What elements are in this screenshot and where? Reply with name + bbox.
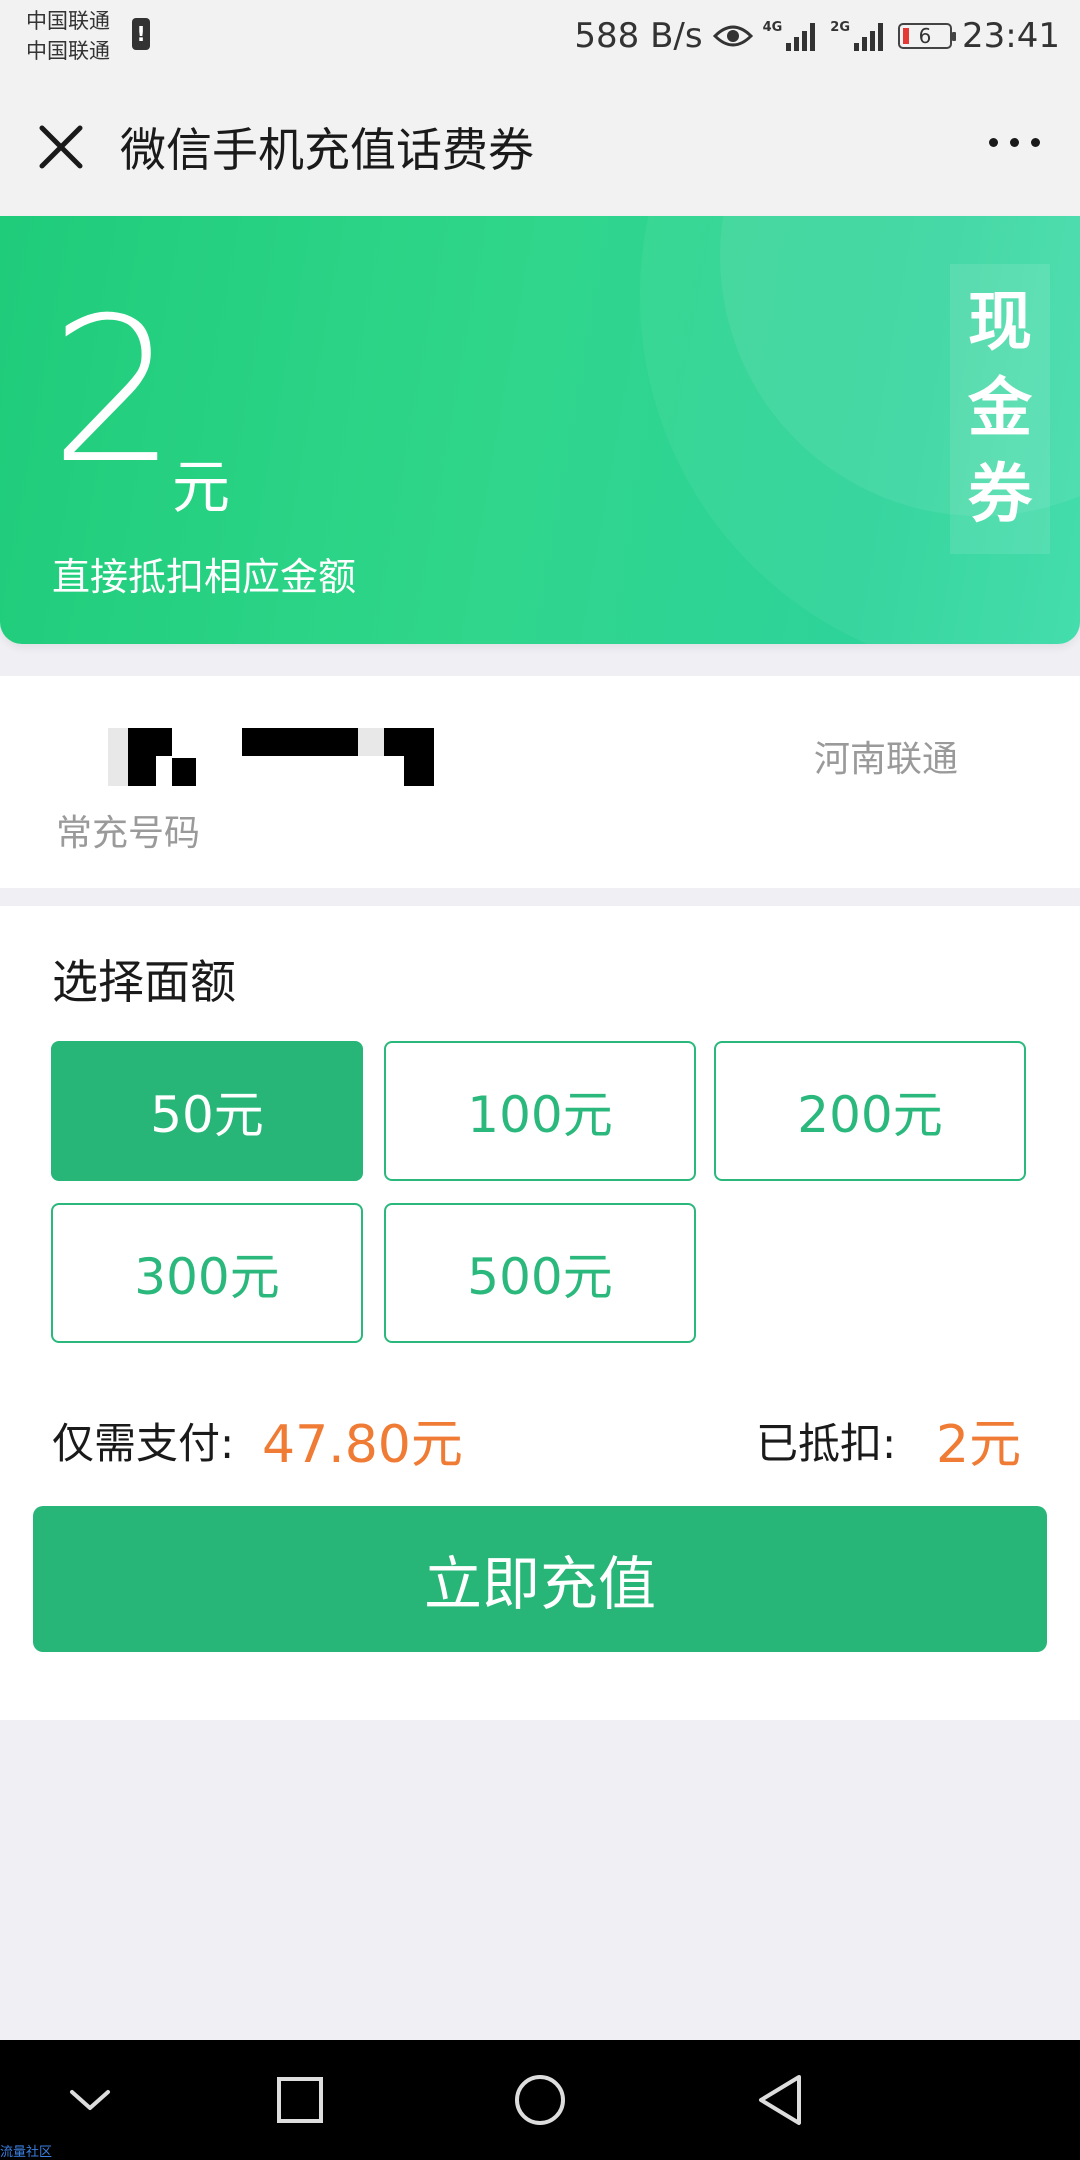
- clock: 23:41: [962, 16, 1060, 56]
- net-speed: 588 B/s: [574, 16, 703, 56]
- chevron-down-icon[interactable]: [50, 2062, 130, 2138]
- back-icon[interactable]: [740, 2062, 820, 2138]
- signal-icon-2: [854, 21, 888, 51]
- coupon-unit: 元: [172, 453, 231, 521]
- denomination-option-200[interactable]: 200元: [714, 1041, 1026, 1181]
- denomination-option-50[interactable]: 50元: [51, 1041, 363, 1181]
- denomination-section: 选择面额 50元 100元 200元 300元 500元 仅需支付: 47.80…: [0, 906, 1080, 1720]
- denomination-option-500[interactable]: 500元: [384, 1203, 696, 1343]
- coupon-tag-char: 券: [968, 458, 1032, 532]
- system-nav-bar: 流量社区: [0, 2040, 1080, 2160]
- denomination-option-300[interactable]: 300元: [51, 1203, 363, 1343]
- recent-apps-icon[interactable]: [260, 2062, 340, 2138]
- page-title: 微信手机充值话费券: [120, 123, 534, 177]
- eye-icon: [712, 22, 753, 50]
- battery-level: 6: [918, 24, 932, 48]
- status-right: 588 B/s 4G 2G 6 23:41: [574, 14, 1060, 58]
- status-bar: 中国联通 中国联通 ! 588 B/s 4G 2G 6 23:41: [0, 0, 1080, 72]
- deduct-value: 2元: [936, 1415, 1022, 1475]
- phone-label: 常充号码: [56, 813, 201, 854]
- coupon-type-tag: 现 金 券: [950, 264, 1050, 554]
- coupon-tag-char: 现: [968, 286, 1032, 360]
- network-tag-2: 2G: [830, 19, 851, 35]
- recharge-button[interactable]: 立即充值: [33, 1506, 1047, 1652]
- pay-value: 47.80元: [262, 1415, 463, 1475]
- denomination-title: 选择面额: [52, 955, 236, 1009]
- network-tag-1: 4G: [762, 19, 783, 35]
- phone-section[interactable]: 常充号码 河南联通: [0, 676, 1080, 888]
- watermark: 流量社区: [0, 2145, 53, 2160]
- masked-phone-number: [108, 728, 434, 786]
- coupon-card: 2 元 直接抵扣相应金额 现 金 券: [0, 216, 1080, 644]
- battery-icon: 6: [898, 23, 957, 49]
- coupon-amount: 2: [50, 275, 178, 508]
- pay-label: 仅需支付:: [52, 1419, 235, 1468]
- home-icon[interactable]: [500, 2062, 580, 2138]
- carrier-info: 中国联通 中国联通: [26, 6, 110, 66]
- sim-alert-icon: !: [132, 18, 150, 50]
- close-icon[interactable]: [34, 120, 88, 174]
- carrier-2: 中国联通: [26, 39, 110, 63]
- more-icon[interactable]: [989, 138, 1040, 147]
- coupon-tag-char: 金: [968, 372, 1032, 446]
- deduct-label: 已抵扣:: [756, 1419, 897, 1468]
- coupon-description: 直接抵扣相应金额: [52, 555, 357, 599]
- carrier-1: 中国联通: [26, 9, 110, 33]
- carrier-label: 河南联通: [813, 739, 958, 780]
- denomination-option-100[interactable]: 100元: [384, 1041, 696, 1181]
- nav-bar: 微信手机充值话费券: [0, 72, 1080, 216]
- signal-icon: [786, 21, 820, 51]
